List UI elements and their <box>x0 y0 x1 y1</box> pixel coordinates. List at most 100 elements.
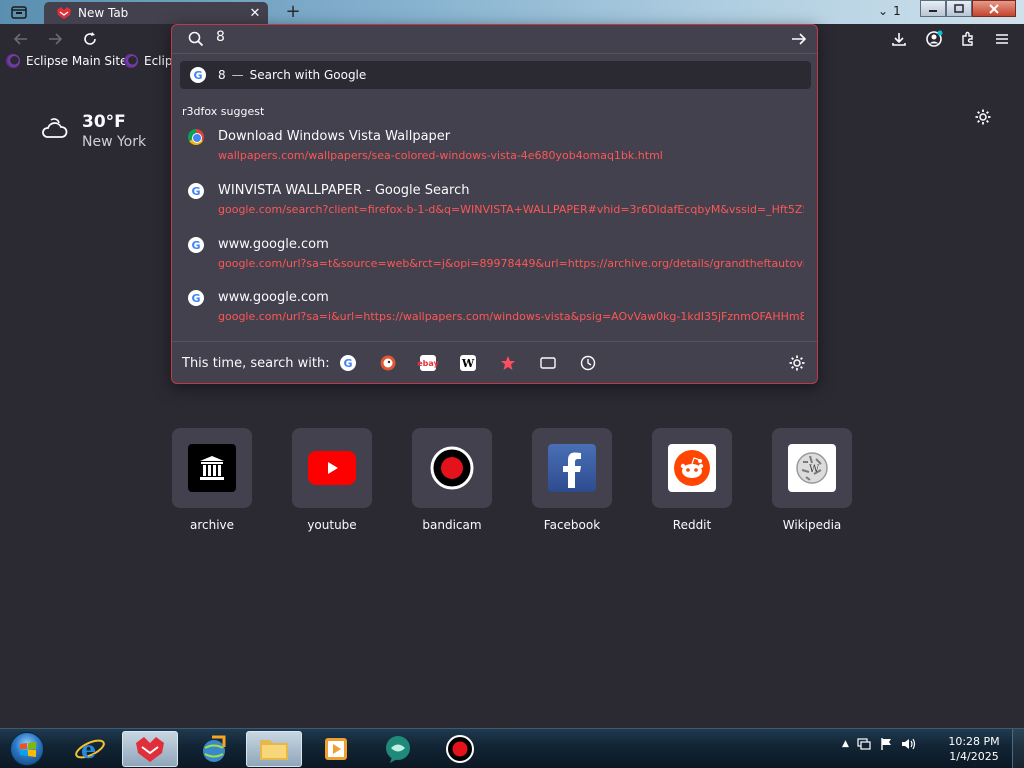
shortcut-youtube[interactable]: youtube <box>292 428 372 532</box>
shortcut-label: archive <box>189 518 235 532</box>
search-with-label: This time, search with: <box>182 356 330 371</box>
top-sites: archive youtube bandicam Facebook Reddit… <box>172 428 852 538</box>
shortcut-tile <box>532 428 612 508</box>
bookmarks-star-icon[interactable] <box>499 354 517 372</box>
show-hidden-icons-icon[interactable]: ▲ <box>842 739 849 749</box>
history-result[interactable]: G WINVISTA WALLPAPER - Google Search goo… <box>180 177 811 225</box>
result-url: google.com/url?sa=t&source=web&rct=j&opi… <box>218 257 804 270</box>
google-engine-icon[interactable]: G <box>339 354 357 372</box>
result-url: wallpapers.com/wallpapers/sea-colored-wi… <box>218 149 663 162</box>
system-tray: ▲ <box>842 737 917 751</box>
shortcut-bandicam[interactable]: bandicam <box>412 428 492 532</box>
one-off-search-bar: This time, search with: G ebay W <box>172 341 817 385</box>
internet-explorer-icon: e <box>75 735 105 764</box>
taskbar-network-app[interactable] <box>186 731 242 767</box>
taskbar-browser-active[interactable] <box>122 731 178 767</box>
urlbar-input[interactable] <box>216 29 756 45</box>
shortcut-reddit[interactable]: Reddit <box>652 428 732 532</box>
svg-text:W: W <box>809 464 820 475</box>
shortcut-label: youtube <box>307 518 357 532</box>
shortcut-label: Reddit <box>672 518 712 532</box>
history-result[interactable]: G www.google.com google.com/url?sa=t&sou… <box>180 231 811 279</box>
taskbar-internet-explorer[interactable]: e <box>62 731 118 767</box>
weather-widget[interactable]: 30°F New York <box>40 112 146 150</box>
shortcut-tile <box>172 428 252 508</box>
tab-strip: New Tab ✕ + ⌄ 1 <box>0 0 1024 24</box>
tab-list-icon[interactable] <box>8 3 30 21</box>
search-suggestion-row[interactable]: G 8 — Search with Google <box>180 61 811 89</box>
show-desktop-button[interactable] <box>1012 729 1024 768</box>
suggestion-separator: — <box>231 68 244 82</box>
r3dfox-icon <box>136 737 164 762</box>
back-button[interactable] <box>10 28 32 50</box>
folder-icon <box>260 740 288 760</box>
history-clock-icon[interactable] <box>579 354 597 372</box>
google-icon: G <box>188 237 204 253</box>
history-result[interactable]: G www.google.com google.com/url?sa=i&url… <box>180 284 811 332</box>
tab-new-tab[interactable]: New Tab ✕ <box>44 2 268 24</box>
search-icon <box>188 31 204 47</box>
tabs-icon[interactable] <box>539 354 557 372</box>
duckduckgo-engine-icon[interactable] <box>379 354 397 372</box>
shortcut-tile <box>412 428 492 508</box>
ebay-badge: ebay <box>417 355 439 371</box>
taskbar-file-explorer[interactable] <box>246 731 302 767</box>
shortcut-wikipedia[interactable]: W Wikipedia <box>772 428 852 532</box>
taskbar-media-player[interactable] <box>308 731 364 767</box>
wikipedia-engine-icon[interactable]: W <box>459 354 477 372</box>
media-player-icon <box>325 738 347 760</box>
volume-icon[interactable] <box>901 737 917 751</box>
ebay-engine-icon[interactable]: ebay <box>417 354 439 372</box>
result-title: WINVISTA WALLPAPER - Google Search <box>218 183 470 198</box>
new-tab-button[interactable]: + <box>284 2 302 22</box>
eclipse-icon <box>124 54 138 68</box>
google-icon: G <box>188 183 204 199</box>
suggestion-action: Search with Google <box>249 68 367 82</box>
bookmark-item[interactable]: Eclipse Main Site <box>6 54 127 68</box>
urlbar-panel: G 8 — Search with Google r3dfox suggest … <box>171 24 818 384</box>
clock-time: 10:28 PM <box>948 735 1000 748</box>
windows-logo-icon <box>10 732 44 766</box>
chrome-icon <box>188 129 204 145</box>
history-result[interactable]: Download Windows Vista Wallpaper wallpap… <box>180 123 811 171</box>
action-center-icon[interactable] <box>857 737 871 751</box>
bookmark-label: Eclipse Main Site <box>26 54 128 68</box>
tab-title: New Tab <box>78 6 129 20</box>
shortcut-facebook[interactable]: Facebook <box>532 428 612 532</box>
maximize-button[interactable] <box>946 0 972 17</box>
chevron-down-icon: ⌄ <box>878 4 889 18</box>
menu-button[interactable] <box>991 28 1013 50</box>
svg-text:e: e <box>81 735 96 764</box>
taskbar: e ▲ 10:28 PM 1/4/2025 <box>0 728 1024 768</box>
start-button[interactable] <box>4 730 50 768</box>
search-settings-gear-icon[interactable] <box>788 354 806 372</box>
close-tab-icon[interactable]: ✕ <box>246 6 264 21</box>
forward-button[interactable] <box>44 28 66 50</box>
clock-date: 1/4/2025 <box>949 750 999 763</box>
minimize-button[interactable] <box>920 0 946 17</box>
suggestion-query: 8 <box>218 68 226 82</box>
downloads-button[interactable] <box>888 28 910 50</box>
extensions-button[interactable] <box>957 28 979 50</box>
google-icon: G <box>190 67 206 83</box>
result-title: www.google.com <box>218 290 329 305</box>
account-button[interactable] <box>923 28 945 50</box>
flag-icon[interactable] <box>879 737 893 751</box>
tab-overflow-indicator[interactable]: ⌄ 1 <box>878 4 901 18</box>
shortcut-archive[interactable]: archive <box>172 428 252 532</box>
taskbar-messenger[interactable] <box>370 731 426 767</box>
shortcut-label: Facebook <box>543 518 601 532</box>
taskbar-clock[interactable]: 10:28 PM 1/4/2025 <box>942 734 1006 764</box>
go-arrow-icon[interactable] <box>790 30 808 48</box>
wikipedia-badge: W <box>460 355 476 371</box>
reload-button[interactable] <box>79 28 101 50</box>
close-window-button[interactable] <box>972 0 1016 17</box>
taskbar-bandicam[interactable] <box>432 731 488 767</box>
shortcut-label: Wikipedia <box>782 518 842 532</box>
weather-temperature: 30°F <box>82 112 126 132</box>
page-settings-gear-icon[interactable] <box>972 106 994 128</box>
eclipse-icon <box>6 54 20 68</box>
shortcut-tile <box>292 428 372 508</box>
archive-icon <box>188 444 236 492</box>
result-title: Download Windows Vista Wallpaper <box>218 129 451 144</box>
